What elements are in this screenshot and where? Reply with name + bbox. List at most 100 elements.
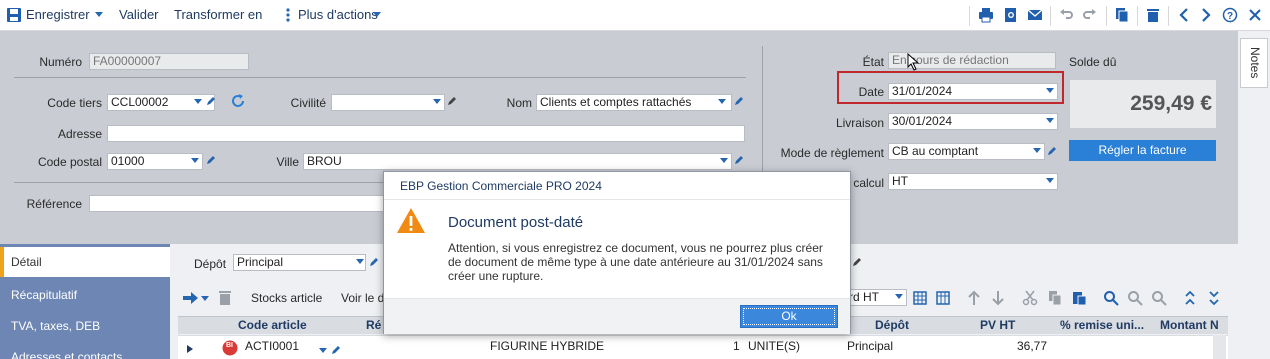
edit-pen-icon[interactable] bbox=[733, 95, 745, 107]
column-header-code-article[interactable]: Code article bbox=[238, 318, 307, 332]
chevron-down-icon[interactable] bbox=[1046, 88, 1054, 93]
calcul-value: HT bbox=[892, 174, 908, 188]
more-actions-dropdown-icon[interactable] bbox=[373, 12, 381, 17]
chevron-down-icon[interactable] bbox=[356, 259, 364, 264]
edit-pen-icon[interactable] bbox=[330, 344, 342, 356]
search-previous-icon[interactable] bbox=[1127, 290, 1143, 306]
chevron-down-icon[interactable] bbox=[895, 294, 903, 299]
solde-label: Solde dû bbox=[1069, 55, 1117, 69]
chevron-left-icon[interactable] bbox=[1176, 7, 1192, 23]
tab-detail[interactable]: Détail bbox=[0, 247, 170, 277]
copy-icon[interactable] bbox=[1048, 290, 1062, 306]
voir-button[interactable]: Voir le d bbox=[341, 291, 384, 305]
stocks-article-button[interactable]: Stocks article bbox=[251, 291, 322, 305]
civilite-field[interactable] bbox=[331, 94, 445, 111]
help-icon[interactable]: ? bbox=[1222, 7, 1238, 23]
chevron-down-icon[interactable] bbox=[319, 348, 327, 353]
chevron-down-icon[interactable] bbox=[1033, 148, 1041, 153]
transform-button[interactable]: Transformer en bbox=[174, 7, 262, 22]
column-header-depot[interactable]: Dépôt bbox=[875, 318, 909, 332]
save-dropdown-icon[interactable] bbox=[95, 12, 103, 17]
save-button[interactable]: Enregistrer bbox=[26, 7, 90, 22]
columns-icon[interactable] bbox=[936, 291, 950, 305]
chevron-down-icon[interactable] bbox=[1046, 178, 1054, 183]
reference-field[interactable] bbox=[89, 195, 389, 212]
code-tiers-field[interactable]: CCL00002 bbox=[107, 94, 215, 111]
tab-adresses-contacts[interactable]: Adresses et contacts bbox=[0, 342, 170, 359]
paste-icon[interactable] bbox=[1071, 290, 1087, 306]
refresh-icon[interactable] bbox=[230, 93, 246, 109]
cell-depot[interactable]: Principal bbox=[847, 339, 893, 353]
column-header-montant[interactable]: Montant N bbox=[1160, 318, 1219, 332]
search-next-icon[interactable] bbox=[1151, 290, 1167, 306]
mode-reglement-field[interactable]: CB au comptant bbox=[888, 143, 1045, 160]
collapse-icon[interactable] bbox=[1183, 290, 1197, 306]
expand-icon[interactable] bbox=[1207, 290, 1221, 306]
calcul-field[interactable]: HT bbox=[888, 173, 1058, 190]
column-header-pv-ht[interactable]: PV HT bbox=[980, 318, 1015, 332]
edit-pen-icon[interactable] bbox=[205, 95, 217, 107]
trash-icon[interactable] bbox=[1145, 7, 1161, 23]
save-icon[interactable] bbox=[6, 7, 22, 23]
table-row[interactable]: BI ACTI0001 FIGURINE HYBRIDE 1 UNITE(S) … bbox=[178, 335, 1228, 359]
article-badge-text: BI bbox=[226, 342, 233, 349]
cell-pv-ht[interactable]: 36,77 bbox=[1017, 339, 1047, 353]
chevron-down-icon[interactable] bbox=[194, 99, 202, 104]
vertical-scrollbar[interactable] bbox=[1213, 335, 1226, 359]
print-preview-icon[interactable] bbox=[1003, 7, 1019, 23]
more-vertical-icon[interactable] bbox=[280, 7, 296, 23]
cell-designation[interactable]: FIGURINE HYBRIDE bbox=[490, 339, 604, 353]
edit-pen-icon[interactable] bbox=[446, 95, 458, 107]
cell-code-article[interactable]: ACTI0001 bbox=[245, 339, 299, 353]
insert-arrow-icon[interactable] bbox=[182, 291, 200, 305]
edit-pen-icon[interactable] bbox=[1046, 145, 1058, 157]
trash-icon[interactable] bbox=[218, 290, 232, 306]
chevron-down-icon[interactable] bbox=[1046, 118, 1054, 123]
more-actions-button[interactable]: Plus d'actions bbox=[298, 7, 378, 22]
notes-tab[interactable]: Notes bbox=[1240, 38, 1268, 88]
edit-pen-icon[interactable] bbox=[368, 256, 380, 268]
print-icon[interactable] bbox=[978, 7, 994, 23]
mode-reglement-value: CB au comptant bbox=[892, 144, 979, 158]
depot-field[interactable]: Principal bbox=[233, 254, 366, 271]
arrow-up-icon[interactable] bbox=[967, 290, 981, 306]
edit-pen-icon[interactable] bbox=[733, 154, 745, 166]
chevron-down-icon[interactable] bbox=[433, 99, 441, 104]
arrow-down-icon[interactable] bbox=[991, 290, 1005, 306]
grid-layout-icon[interactable] bbox=[913, 291, 927, 305]
adresse-field[interactable] bbox=[107, 125, 745, 142]
close-icon[interactable] bbox=[1247, 7, 1263, 23]
cell-quantite[interactable]: 1 bbox=[733, 339, 740, 353]
row-pointer-icon bbox=[186, 343, 194, 353]
chevron-down-icon[interactable] bbox=[191, 158, 199, 163]
search-icon[interactable] bbox=[1103, 290, 1119, 306]
tab-recapitulatif[interactable]: Récapitulatif bbox=[0, 280, 170, 310]
nom-field[interactable]: Clients et comptes rattachés bbox=[536, 94, 732, 111]
duplicate-icon[interactable] bbox=[1114, 7, 1130, 23]
redo-icon[interactable] bbox=[1082, 7, 1098, 23]
regler-facture-button[interactable]: Régler la facture bbox=[1069, 140, 1216, 161]
validate-button[interactable]: Valider bbox=[119, 7, 159, 22]
toolbar-separator bbox=[1050, 6, 1051, 26]
column-header-remise[interactable]: % remise uni... bbox=[1060, 318, 1144, 332]
cut-icon[interactable] bbox=[1022, 290, 1038, 306]
chevron-right-icon[interactable] bbox=[1198, 7, 1214, 23]
ville-label: Ville bbox=[276, 155, 299, 169]
pricing-mode-field[interactable]: rd HT bbox=[845, 289, 907, 306]
ville-field[interactable]: BROU bbox=[303, 153, 732, 170]
undo-icon[interactable] bbox=[1058, 7, 1074, 23]
date-field[interactable]: 31/01/2024 bbox=[888, 83, 1058, 100]
nom-label: Nom bbox=[506, 96, 532, 110]
column-header-reference[interactable]: Ré bbox=[366, 318, 381, 332]
chevron-down-icon[interactable] bbox=[718, 99, 726, 104]
insert-dropdown-icon[interactable] bbox=[201, 296, 209, 301]
livraison-field[interactable]: 30/01/2024 bbox=[888, 113, 1058, 130]
chevron-down-icon[interactable] bbox=[720, 158, 728, 163]
tab-tva-taxes-deb[interactable]: TVA, taxes, DEB bbox=[0, 311, 170, 341]
email-icon[interactable] bbox=[1027, 7, 1043, 23]
cell-unite[interactable]: UNITE(S) bbox=[748, 339, 800, 353]
edit-pen-icon[interactable] bbox=[205, 154, 217, 166]
code-postal-field[interactable]: 01000 bbox=[107, 153, 203, 170]
edit-pen-icon[interactable] bbox=[851, 256, 863, 268]
ok-button[interactable]: Ok bbox=[740, 305, 838, 328]
